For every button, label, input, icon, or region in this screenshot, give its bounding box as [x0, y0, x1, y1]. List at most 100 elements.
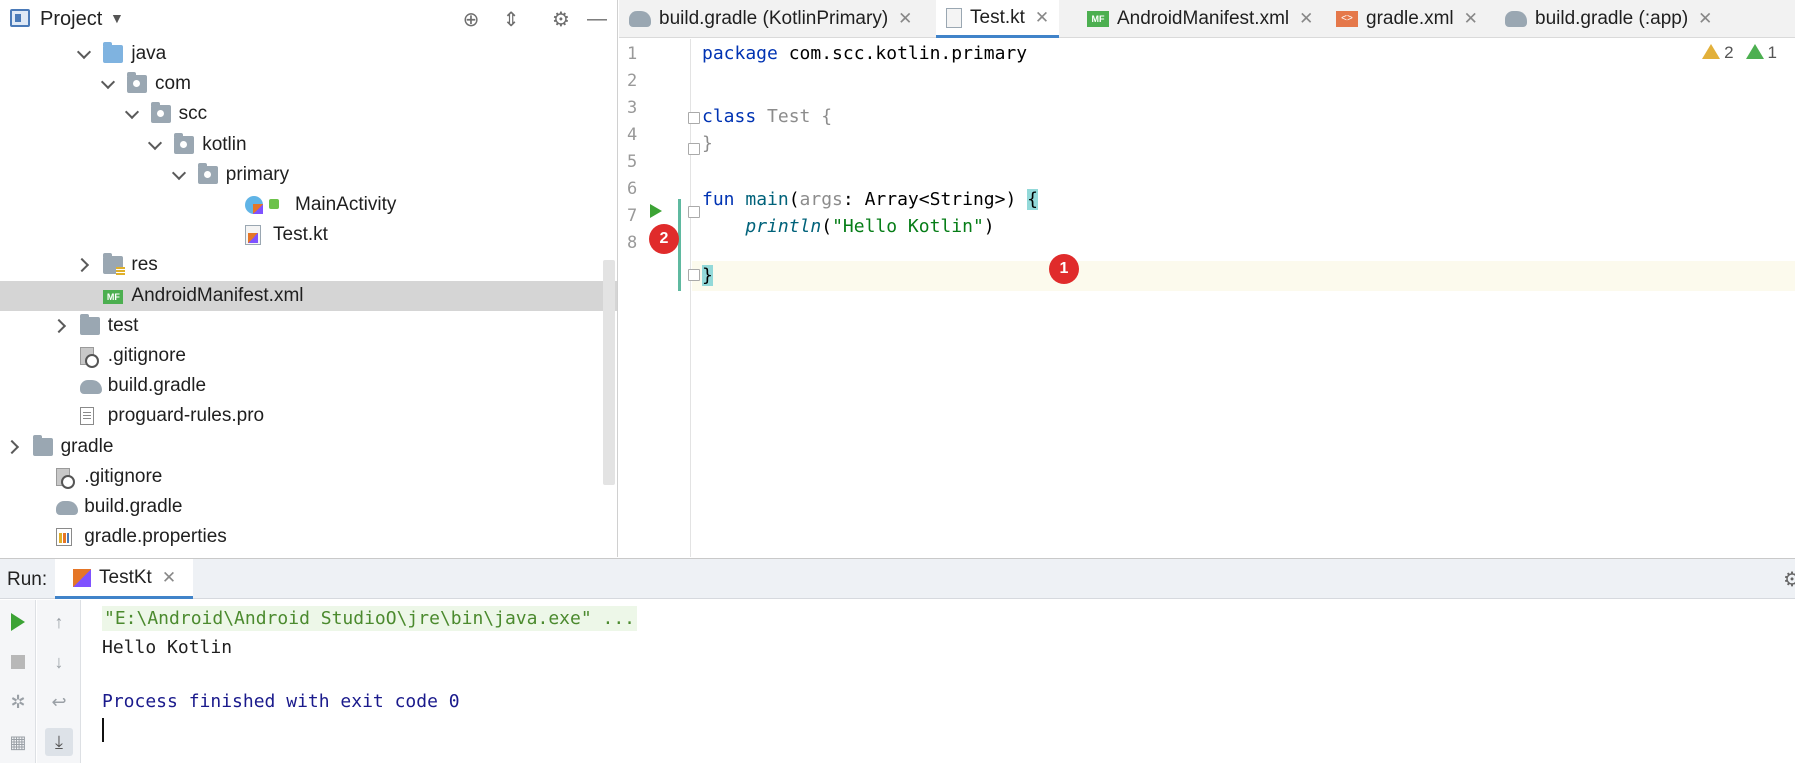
inspection-widget[interactable]: 2 1 [1702, 43, 1777, 63]
manifest-icon: MF [1087, 11, 1109, 27]
gear-icon[interactable]: ⚙ [1783, 567, 1795, 592]
class-name: Test [756, 106, 822, 127]
kotlin-file-icon [245, 225, 261, 246]
chevron-down-icon[interactable] [172, 167, 186, 181]
close-icon[interactable]: ✕ [898, 9, 912, 29]
tree-item[interactable]: MF AndroidManifest.xml [0, 280, 617, 311]
package-name: com.scc.kotlin.primary [777, 43, 1028, 64]
console-command-line[interactable]: "E:\Android\Android StudioO\jre\bin\java… [102, 606, 638, 631]
lock-icon [269, 199, 279, 209]
tree-item[interactable]: res [0, 250, 617, 280]
warning-count[interactable]: 2 [1702, 43, 1734, 63]
tree-item-label: kotlin [202, 133, 247, 155]
tab-build-gradle-app[interactable]: build.gradle (:app) ✕ [1495, 0, 1722, 38]
chevron-right-icon[interactable] [7, 439, 21, 453]
tree-item-label: test [107, 314, 139, 336]
tree-item[interactable]: gradle [0, 432, 617, 462]
debug-settings-button[interactable]: ✲ [4, 688, 32, 716]
chevron-down-icon[interactable] [101, 76, 115, 90]
tab-android-manifest[interactable]: MF AndroidManifest.xml ✕ [1077, 0, 1323, 38]
tree-item-label: res [131, 254, 158, 276]
stop-button[interactable] [4, 648, 32, 676]
function-name: main [734, 189, 789, 210]
play-icon [11, 613, 25, 631]
tab-label: Test.kt [970, 6, 1025, 28]
tab-gradle-xml[interactable]: <> gradle.xml ✕ [1326, 0, 1488, 38]
xml-file-icon: <> [1336, 11, 1358, 27]
code-line-8: } [702, 261, 713, 291]
run-tab-testkt[interactable]: TestKt ✕ [55, 559, 193, 599]
tree-item[interactable]: .gitignore [0, 462, 617, 492]
tree-item[interactable]: Test.kt [0, 220, 617, 250]
chevron-right-icon[interactable] [54, 318, 68, 332]
fold-icon[interactable] [688, 143, 700, 155]
vcs-change-marker[interactable] [678, 199, 681, 291]
fold-icon[interactable] [688, 206, 700, 218]
minimize-icon[interactable]: — [584, 6, 610, 32]
rerun-button[interactable] [4, 608, 32, 636]
scroll-down-button[interactable]: ↓ [45, 648, 73, 676]
chevron-down-icon[interactable]: ▼ [110, 10, 124, 26]
code-editor[interactable]: 1 2 3 4 5 6 7 8 package com.scc.kotlin.p… [619, 39, 1795, 557]
scroll-to-end-icon: ⤓ [55, 731, 63, 752]
close-icon[interactable]: ✕ [1035, 8, 1049, 28]
project-panel: Project ▼ ⊕ ⇕ ⚙ — java com scc kotlin primar… [0, 0, 618, 557]
tree-item[interactable]: kotlin [0, 130, 617, 160]
line-number: 5 [627, 152, 638, 172]
weak-warning-count[interactable]: 1 [1745, 43, 1777, 63]
string-literal: "Hello Kotlin" [832, 216, 984, 237]
locate-target-icon[interactable]: ⊕ [458, 6, 484, 32]
console-output[interactable]: "E:\Android\Android StudioO\jre\bin\java… [82, 600, 1795, 763]
tree-item[interactable]: .gitignore [0, 341, 617, 371]
folder-icon [32, 434, 53, 456]
tree-item[interactable]: com [0, 69, 617, 99]
fold-icon[interactable] [688, 269, 700, 281]
tree-item[interactable]: build.gradle [0, 371, 617, 401]
chevron-down-icon[interactable] [148, 137, 162, 151]
scroll-up-button[interactable]: ↑ [45, 608, 73, 636]
close-icon[interactable]: ✕ [1698, 9, 1712, 29]
close-icon[interactable]: ✕ [1299, 9, 1313, 29]
package-icon [197, 162, 218, 184]
tab-test-kt[interactable]: Test.kt ✕ [936, 0, 1060, 38]
tree-item-label: gradle.properties [84, 526, 227, 548]
tree-item[interactable]: gradle.properties [0, 522, 617, 552]
tree-item[interactable]: scc [0, 99, 617, 129]
package-icon [150, 102, 171, 124]
gradle-icon [629, 11, 651, 27]
tree-item[interactable]: primary [0, 160, 617, 190]
run-header: Run: TestKt ✕ ⚙ [0, 559, 1795, 599]
gitignore-icon [79, 347, 99, 368]
layout-button[interactable]: ▦ [4, 728, 32, 756]
manifest-icon: MF [103, 289, 124, 304]
tree-item[interactable]: proguard-rules.pro [0, 401, 617, 431]
project-scrollbar[interactable] [603, 260, 615, 485]
kotlin-class-icon [245, 196, 263, 214]
console-program-output: Hello Kotlin [102, 637, 233, 658]
close-icon[interactable]: ✕ [162, 568, 176, 588]
tree-item[interactable]: test [0, 311, 617, 341]
console-toolbar: ↑ ↓ ↩ ⤓ [37, 600, 81, 763]
project-view-selector[interactable]: Project [40, 8, 102, 31]
code-line-6: fun main(args: Array<String>) { [702, 185, 1038, 215]
gradle-icon [79, 380, 102, 395]
editor-tab-bar: build.gradle (KotlinPrimary) ✕ Test.kt ✕… [619, 0, 1795, 38]
run-gutter-icon[interactable] [650, 204, 662, 218]
tree-item[interactable]: MainActivity [0, 190, 617, 220]
gear-icon[interactable]: ⚙ [548, 6, 574, 32]
fold-icon[interactable] [688, 112, 700, 124]
keyword: fun [702, 189, 735, 210]
run-panel: Run: TestKt ✕ ⚙ ✲ ▦ ↑ ↓ ↩ ⤓ "E:\Android\… [0, 558, 1795, 763]
soft-wrap-button[interactable]: ↩ [45, 688, 73, 716]
tab-build-gradle-project[interactable]: build.gradle (KotlinPrimary) ✕ [619, 0, 922, 38]
chevron-right-icon[interactable] [77, 257, 91, 271]
scroll-to-end-button[interactable]: ⤓ [45, 728, 73, 756]
close-icon[interactable]: ✕ [1464, 9, 1478, 29]
chevron-down-icon[interactable] [77, 46, 91, 60]
line-number: 8 [627, 233, 638, 253]
tree-item[interactable]: java [0, 39, 617, 69]
chevron-down-icon[interactable] [125, 106, 139, 120]
current-line-highlight [692, 261, 1795, 291]
collapse-all-icon[interactable]: ⇕ [498, 6, 524, 32]
tree-item[interactable]: build.gradle [0, 492, 617, 522]
